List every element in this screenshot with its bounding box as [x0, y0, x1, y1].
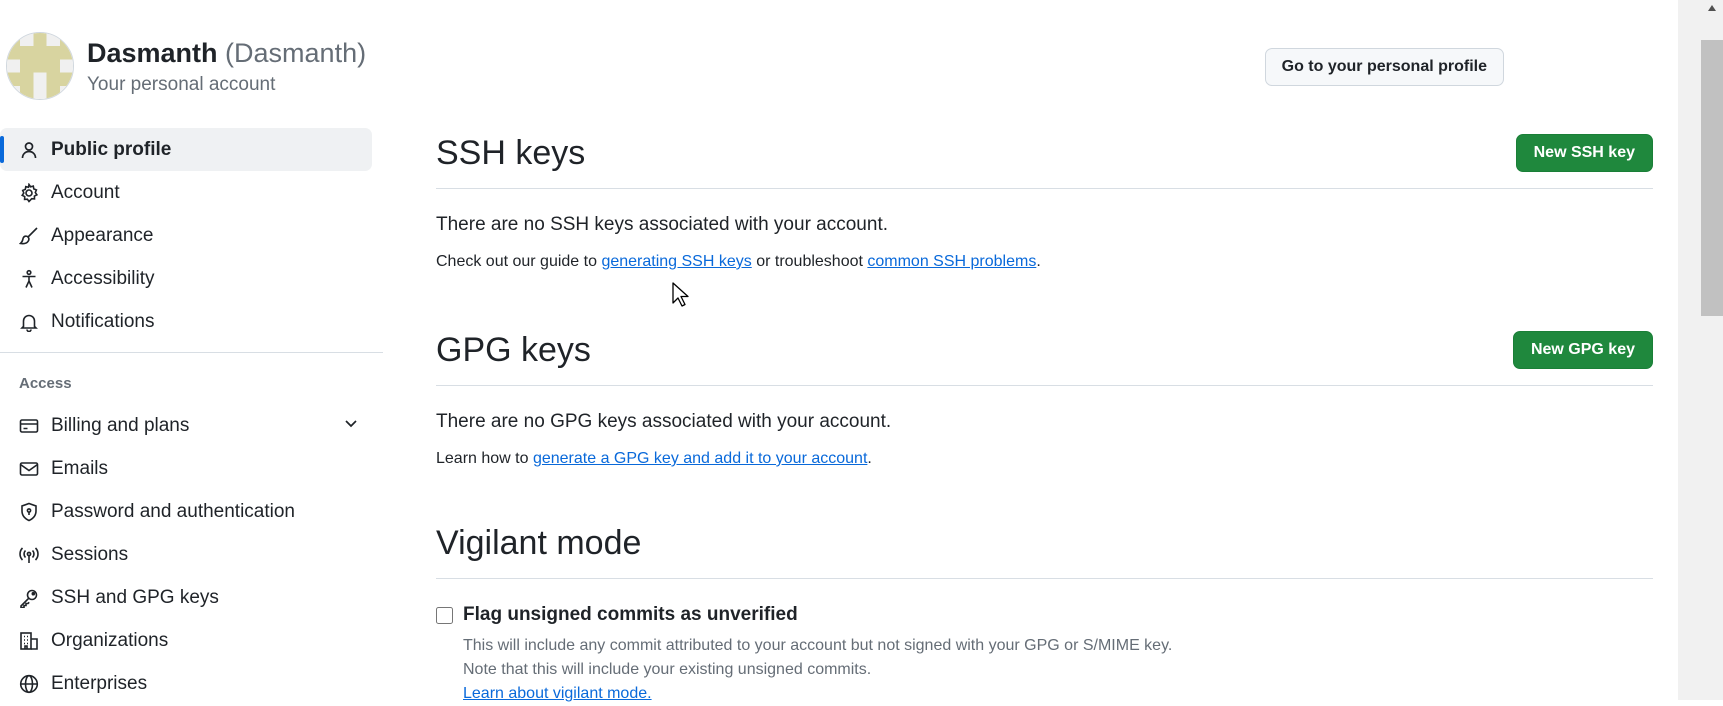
credit-card-icon: [17, 414, 41, 438]
sidebar-item-ssh-gpg-keys[interactable]: SSH and GPG keys: [0, 576, 383, 619]
sidebar-item-label: Account: [51, 181, 120, 203]
gpg-keys-section: GPG keys New GPG key There are no GPG ke…: [436, 315, 1653, 468]
sidebar-item-label: Sessions: [51, 543, 129, 565]
learn-vigilant-mode-link[interactable]: Learn about vigilant mode.: [463, 685, 652, 702]
account-name: Dasmanth (Dasmanth): [87, 35, 366, 71]
sidebar-item-label: Enterprises: [51, 672, 148, 694]
ssh-keys-section: SSH keys New SSH key There are no SSH ke…: [436, 118, 1653, 271]
ssh-help-middle: or troubleshoot: [751, 253, 868, 270]
bell-icon: [17, 310, 41, 334]
scrollbar-thumb[interactable]: [1701, 40, 1723, 316]
ssh-help-prefix: Check out our guide to: [436, 253, 602, 270]
sidebar-item-label: Public profile: [51, 138, 172, 160]
gpg-keys-title: GPG keys: [436, 330, 591, 369]
sidebar-item-label: Accessibility: [51, 267, 155, 289]
settings-sidebar: Public profile Account Appearance Access…: [0, 128, 383, 705]
broadcast-icon: [17, 543, 41, 567]
account-username: Dasmanth: [87, 38, 218, 68]
sidebar-item-label: Billing and plans: [51, 414, 190, 436]
sidebar-item-label: Organizations: [51, 629, 169, 651]
ssh-empty-message: There are no SSH keys associated with yo…: [436, 214, 889, 235]
generating-ssh-keys-link[interactable]: generating SSH keys: [601, 253, 751, 270]
sidebar-item-label: Appearance: [51, 224, 154, 246]
sidebar-item-label: Emails: [51, 457, 109, 479]
mail-icon: [17, 457, 41, 481]
sidebar-item-sessions[interactable]: Sessions: [0, 533, 383, 576]
sidebar-item-password-auth[interactable]: Password and authentication: [0, 490, 383, 533]
common-ssh-problems-link[interactable]: common SSH problems: [867, 253, 1036, 270]
account-header: Dasmanth (Dasmanth) Your personal accoun…: [6, 32, 366, 100]
sidebar-item-public-profile[interactable]: Public profile: [0, 128, 372, 171]
globe-icon: [17, 672, 41, 696]
organization-icon: [17, 629, 41, 653]
flag-unsigned-commits-checkbox[interactable]: [436, 606, 453, 624]
sidebar-item-notifications[interactable]: Notifications: [0, 300, 383, 343]
vigilant-note-line2: Note that this will include your existin…: [463, 661, 872, 678]
ssh-keys-title: SSH keys: [436, 133, 586, 172]
flag-unsigned-commits-label[interactable]: Flag unsigned commits as unverified: [463, 604, 798, 626]
sidebar-item-label: Notifications: [51, 310, 155, 332]
avatar[interactable]: [6, 32, 74, 100]
sidebar-item-label: SSH and GPG keys: [51, 586, 219, 608]
sidebar-divider: [0, 352, 383, 353]
account-subtitle: Your personal account: [87, 74, 276, 95]
sidebar-item-appearance[interactable]: Appearance: [0, 214, 383, 257]
person-icon: [17, 138, 41, 162]
shield-lock-icon: [17, 500, 41, 524]
paintbrush-icon: [17, 224, 41, 248]
sidebar-section-access: Access: [19, 375, 72, 392]
sidebar-item-organizations[interactable]: Organizations: [0, 619, 383, 662]
vigilant-mode-title: Vigilant mode: [436, 523, 642, 562]
sidebar-item-accessibility[interactable]: Accessibility: [0, 257, 383, 300]
ssh-help-text: Check out our guide to generating SSH ke…: [436, 253, 1653, 271]
scroll-up-arrow-icon[interactable]: [1701, 0, 1723, 16]
new-gpg-key-button[interactable]: New GPG key: [1512, 331, 1653, 369]
chevron-down-icon[interactable]: [341, 413, 361, 439]
sidebar-item-emails[interactable]: Emails: [0, 447, 383, 490]
vigilant-mode-section: Vigilant mode Flag unsigned commits as u…: [436, 508, 1653, 706]
vigilant-note-line1: This will include any commit attributed …: [463, 637, 1173, 654]
page-scrollbar[interactable]: [1678, 0, 1723, 700]
gpg-help-prefix: Learn how to: [436, 450, 533, 467]
sidebar-item-billing[interactable]: Billing and plans: [0, 404, 383, 447]
sidebar-item-account[interactable]: Account: [0, 171, 383, 214]
sidebar-item-enterprises[interactable]: Enterprises: [0, 662, 383, 705]
key-icon: [17, 586, 41, 610]
gpg-help-suffix: .: [867, 450, 872, 467]
sidebar-item-label: Password and authentication: [51, 500, 295, 522]
gear-icon: [17, 181, 41, 205]
gpg-help-text: Learn how to generate a GPG key and add …: [436, 450, 1653, 468]
account-handle: (Dasmanth): [225, 38, 367, 68]
ssh-help-suffix: .: [1036, 253, 1041, 270]
new-ssh-key-button[interactable]: New SSH key: [1515, 134, 1653, 172]
mouse-cursor-icon: [672, 282, 690, 313]
main-content: SSH keys New SSH key There are no SSH ke…: [436, 118, 1653, 706]
vigilant-note: This will include any commit attributed …: [463, 634, 1653, 706]
go-to-profile-button[interactable]: Go to your personal profile: [1264, 48, 1504, 86]
accessibility-icon: [17, 267, 41, 291]
gpg-empty-message: There are no GPG keys associated with yo…: [436, 411, 892, 432]
generate-gpg-key-link[interactable]: generate a GPG key and add it to your ac…: [533, 450, 867, 467]
